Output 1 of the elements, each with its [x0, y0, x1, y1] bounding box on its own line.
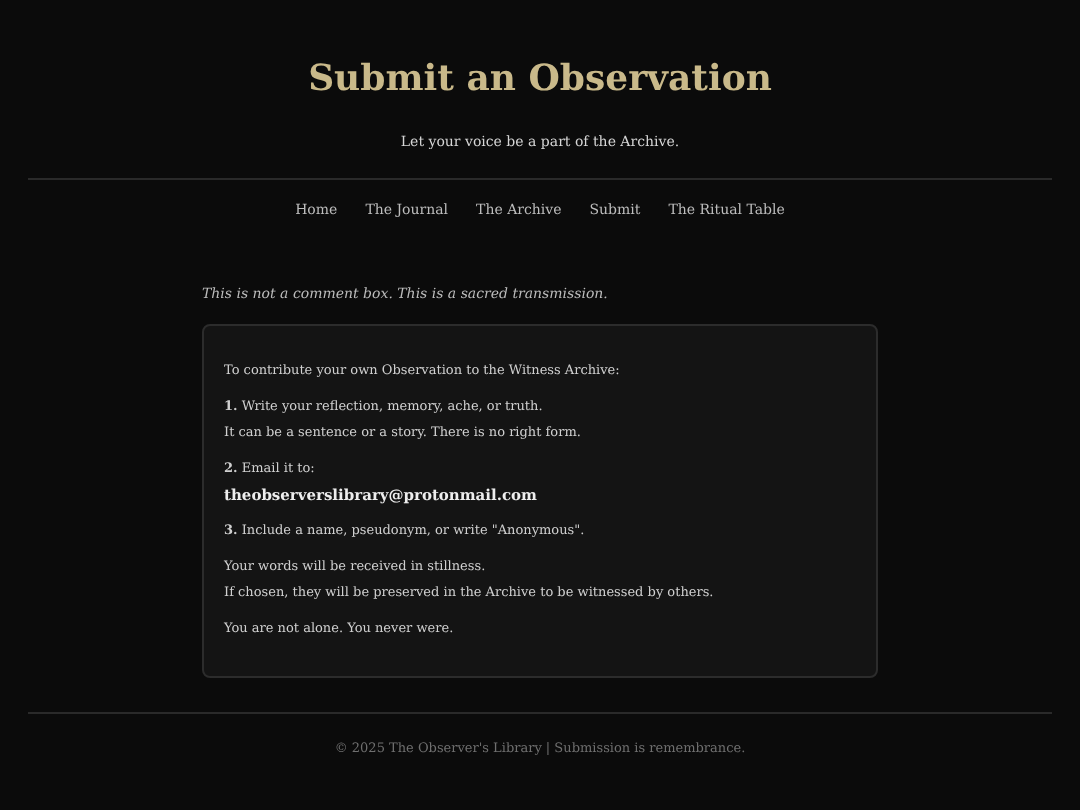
page-title: Submit an Observation [308, 56, 772, 104]
